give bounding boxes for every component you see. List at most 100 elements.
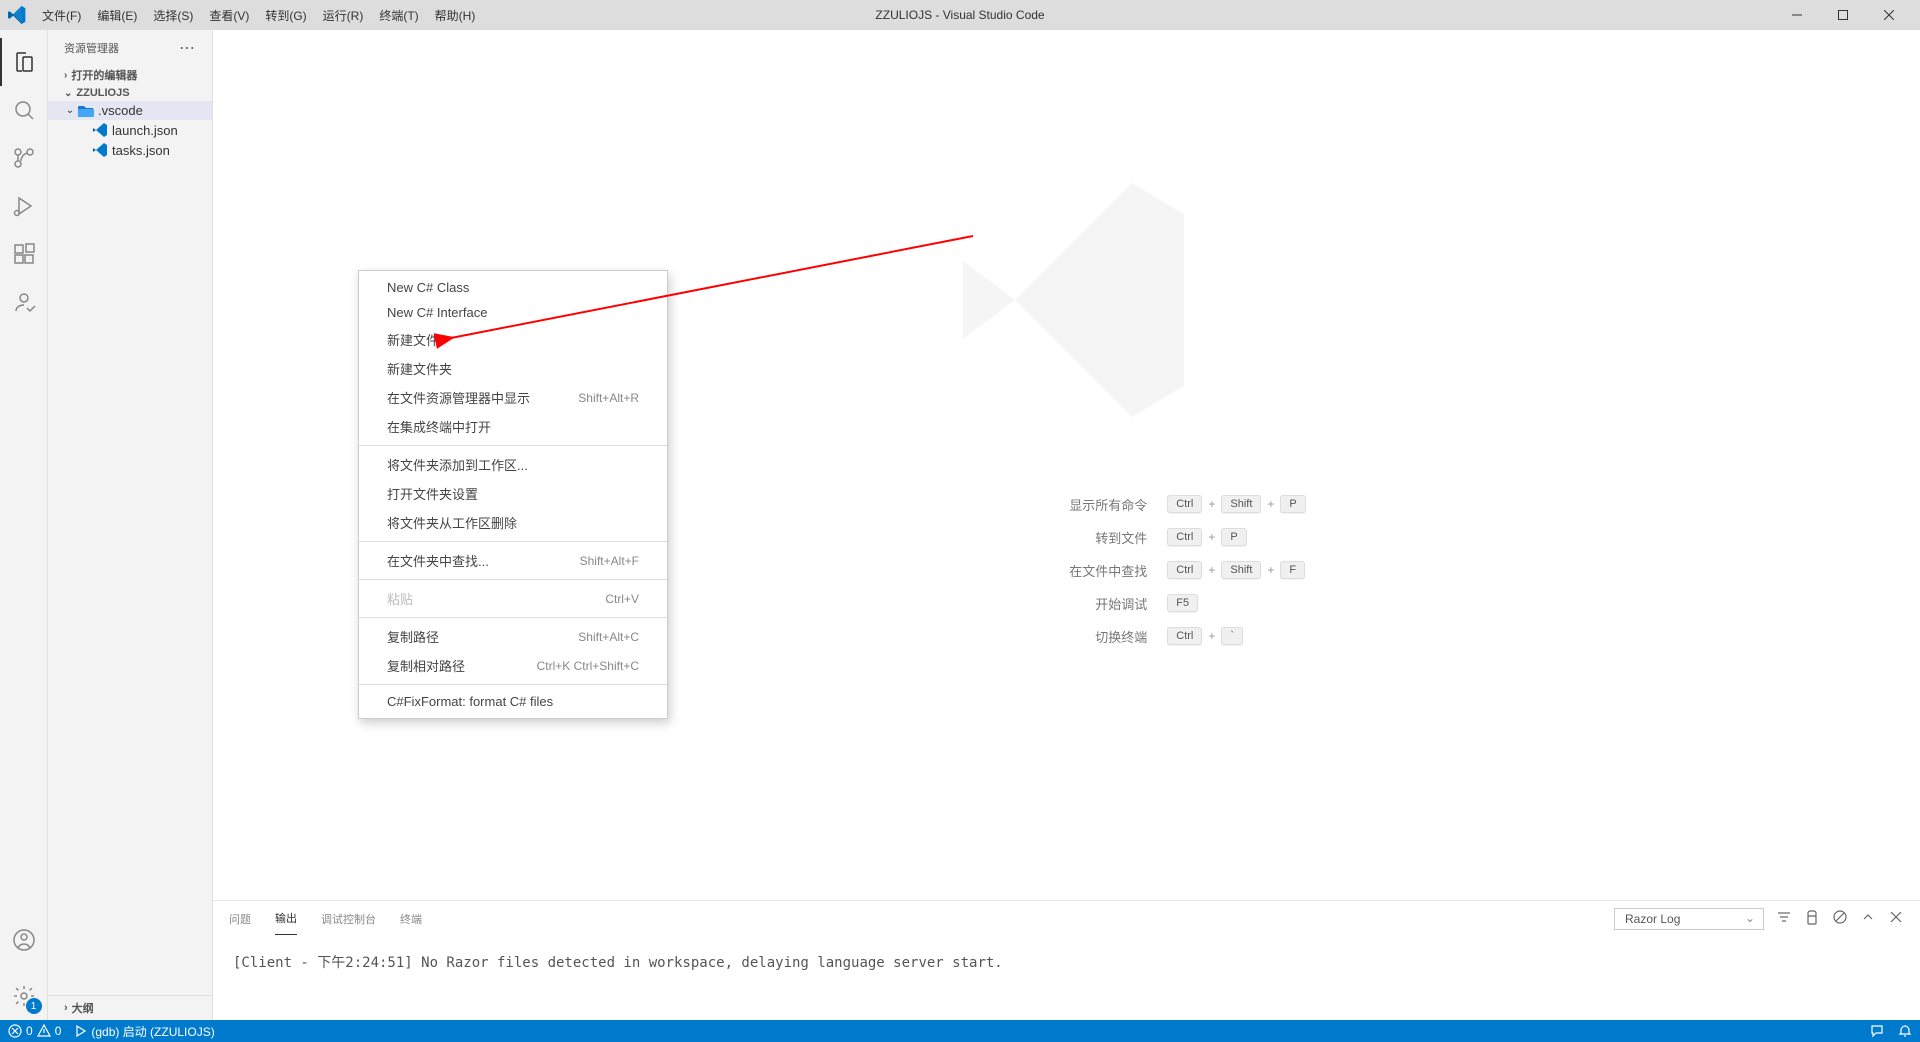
key: P	[1221, 528, 1246, 546]
explorer-header: 资源管理器 ⋯	[48, 30, 212, 65]
file-tasks-json[interactable]: tasks.json	[48, 140, 212, 160]
context-menu-shortcut: Shift+Alt+R	[578, 391, 639, 405]
context-menu-item[interactable]: 在文件夹中查找...Shift+Alt+F	[359, 546, 667, 575]
filter-icon[interactable]	[1776, 909, 1792, 928]
key-plus: +	[1267, 563, 1274, 577]
panel-tab-problems[interactable]: 问题	[229, 903, 251, 935]
workspace-section[interactable]: ⌄ZZULIOJS	[48, 85, 212, 101]
lock-icon[interactable]	[1832, 909, 1848, 928]
context-menu-item[interactable]: 在集成终端中打开	[359, 412, 667, 441]
context-menu-item[interactable]: New C# Class	[359, 275, 667, 300]
folder-icon	[78, 104, 94, 118]
file-label: tasks.json	[112, 143, 170, 158]
context-menu-item[interactable]: 将文件夹从工作区删除	[359, 508, 667, 537]
key-plus: +	[1267, 497, 1274, 511]
maximize-panel-icon[interactable]	[1860, 909, 1876, 928]
key: Shift	[1221, 495, 1261, 513]
panel-tab-debugconsole[interactable]: 调试控制台	[321, 903, 376, 935]
key: `	[1221, 627, 1243, 645]
welcome-shortcuts: 显示所有命令Ctrl+Shift+P转到文件Ctrl+P在文件中查找Ctrl+S…	[827, 481, 1306, 660]
shortcut-row: 转到文件Ctrl+P	[827, 528, 1306, 547]
context-menu-item[interactable]: 复制相对路径 Ctrl+K Ctrl+Shift+C	[359, 651, 667, 680]
menu-terminal[interactable]: 终端(T)	[371, 3, 426, 28]
activity-bar: 1	[0, 30, 48, 1020]
menu-edit[interactable]: 编辑(E)	[89, 3, 145, 28]
shortcut-row: 开始调试F5	[827, 594, 1306, 613]
maximize-button[interactable]	[1820, 0, 1866, 30]
context-menu-item[interactable]: 复制路径Shift+Alt+C	[359, 622, 667, 651]
menu-run[interactable]: 运行(R)	[315, 3, 372, 28]
minimize-button[interactable]	[1774, 0, 1820, 30]
context-menu-item[interactable]: 打开文件夹设置	[359, 479, 667, 508]
context-menu-item[interactable]: 将文件夹添加到工作区...	[359, 450, 667, 479]
activity-explorer[interactable]	[0, 38, 48, 86]
activity-search[interactable]	[0, 86, 48, 134]
panel-tab-output[interactable]: 输出	[275, 902, 297, 935]
outline-section[interactable]: ›大纲	[48, 995, 212, 1020]
vscode-watermark-icon	[937, 170, 1197, 430]
vscode-file-icon	[92, 122, 108, 138]
context-menu-item-label: 将文件夹从工作区删除	[387, 513, 517, 532]
shortcut-keys: F5	[1167, 594, 1198, 612]
shortcut-row: 切换终端Ctrl+`	[827, 627, 1306, 646]
status-launch[interactable]: (gdb) 启动 (ZZULIOJS)	[73, 1023, 214, 1040]
context-menu-separator	[359, 684, 667, 685]
context-menu-item-label: 新建文件夹	[387, 359, 452, 378]
context-menu-item-label: 在文件资源管理器中显示	[387, 388, 530, 407]
context-menu-item-label: 复制相对路径	[387, 656, 465, 675]
key: Ctrl	[1167, 561, 1202, 579]
context-menu-item: 粘贴Ctrl+V	[359, 584, 667, 613]
clear-icon[interactable]	[1804, 909, 1820, 928]
context-menu-shortcut: Ctrl+K Ctrl+Shift+C	[537, 659, 639, 673]
menu-view[interactable]: 查看(V)	[201, 3, 257, 28]
shortcut-keys: Ctrl+P	[1167, 528, 1246, 546]
status-bell[interactable]	[1898, 1024, 1912, 1038]
context-menu-shortcut: Ctrl+V	[605, 592, 639, 606]
statusbar: 0 0 (gdb) 启动 (ZZULIOJS)	[0, 1020, 1920, 1042]
panel-tab-terminal[interactable]: 终端	[400, 903, 422, 935]
key: Ctrl	[1167, 528, 1202, 546]
key: Ctrl	[1167, 495, 1202, 513]
context-menu-item[interactable]: 在文件资源管理器中显示 Shift+Alt+R	[359, 383, 667, 412]
context-menu-shortcut: Shift+Alt+C	[578, 630, 639, 644]
context-menu-item[interactable]: 新建文件夹	[359, 354, 667, 383]
menu-select[interactable]: 选择(S)	[145, 3, 201, 28]
activity-debug[interactable]	[0, 182, 48, 230]
vscode-icon	[8, 6, 26, 24]
key: F5	[1167, 594, 1198, 612]
activity-account[interactable]	[0, 916, 48, 964]
context-menu-separator	[359, 541, 667, 542]
window-title: ZZULIOJS - Visual Studio Code	[875, 8, 1044, 22]
shortcut-keys: Ctrl+`	[1167, 627, 1243, 645]
context-menu-item-label: C#FixFormat: format C# files	[387, 694, 553, 709]
menu-go[interactable]: 转到(G)	[257, 3, 314, 28]
context-menu-item[interactable]: New C# Interface	[359, 300, 667, 325]
context-menu: New C# ClassNew C# Interface新建文件新建文件夹在文件…	[358, 270, 668, 719]
status-feedback[interactable]	[1870, 1024, 1884, 1038]
vscode-file-icon	[92, 142, 108, 158]
output-body[interactable]: [Client - 下午2:24:51] No Razor files dete…	[213, 936, 1920, 1020]
folder-vscode[interactable]: ⌄ .vscode	[48, 101, 212, 120]
context-menu-item-label: 在集成终端中打开	[387, 417, 491, 436]
activity-extensions[interactable]	[0, 230, 48, 278]
open-editors-section[interactable]: ›打开的编辑器	[48, 65, 212, 85]
menu-file[interactable]: 文件(F)	[34, 3, 89, 28]
close-panel-icon[interactable]	[1888, 909, 1904, 928]
file-launch-json[interactable]: launch.json	[48, 120, 212, 140]
output-channel-select[interactable]: Razor Log	[1614, 908, 1764, 930]
context-menu-shortcut: Shift+Alt+F	[580, 554, 639, 568]
activity-remote[interactable]	[0, 278, 48, 326]
bell-icon	[1898, 1024, 1912, 1038]
status-errors[interactable]: 0 0	[8, 1024, 61, 1038]
context-menu-item[interactable]: C#FixFormat: format C# files	[359, 689, 667, 714]
context-menu-separator	[359, 579, 667, 580]
activity-settings[interactable]: 1	[0, 972, 48, 1020]
close-button[interactable]	[1866, 0, 1912, 30]
activity-scm[interactable]	[0, 134, 48, 182]
file-label: launch.json	[112, 123, 178, 138]
shortcut-label: 在文件中查找	[827, 561, 1147, 580]
menu-help[interactable]: 帮助(H)	[427, 3, 484, 28]
context-menu-item[interactable]: 新建文件	[359, 325, 667, 354]
context-menu-separator	[359, 445, 667, 446]
explorer-more-icon[interactable]: ⋯	[179, 38, 196, 58]
